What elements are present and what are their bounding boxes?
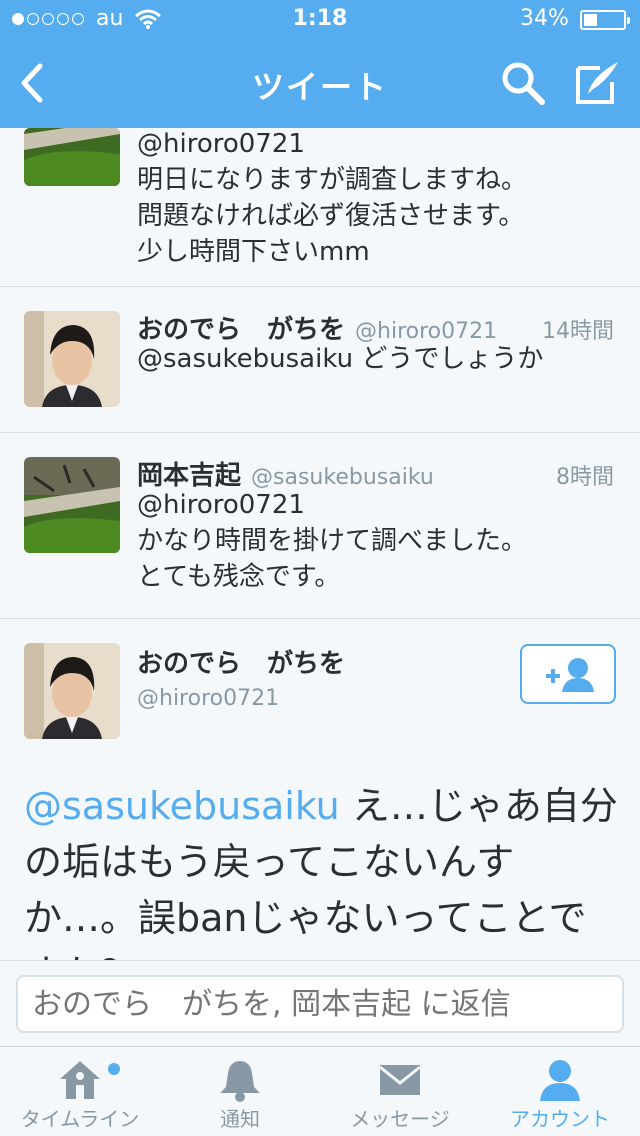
home-icon xyxy=(60,1061,100,1099)
tweet-item[interactable]: 岡本吉起 @sasukebusaiku 8時間 @hiroro0721 かなり時間… xyxy=(0,433,640,619)
tweet-text-line: 明日になりますが調査しますね。 xyxy=(137,165,528,195)
status-bar: au 1:18 34% xyxy=(0,0,640,40)
reply-bar xyxy=(0,960,640,1046)
battery-percent: 34% xyxy=(520,6,569,31)
avatar[interactable] xyxy=(24,643,120,739)
tweet-time: 8時間 xyxy=(556,465,614,490)
tweet-item[interactable]: @hiroro0721 明日になりますが調査しますね。 問題なければ必ず復活させ… xyxy=(0,128,640,287)
notification-dot xyxy=(108,1063,120,1075)
tweet-text-line: 少し時間下さいmm xyxy=(137,237,370,267)
tweet-time: 14時間 xyxy=(542,319,614,344)
tab-label: タイムライン xyxy=(20,1107,140,1131)
tweet-text-line: とても残念です。 xyxy=(137,562,341,592)
tweet-mention[interactable]: @sasukebusaiku xyxy=(24,784,340,828)
tweet-text-line: @sasukebusaiku どうでしょうか xyxy=(137,344,544,374)
tab-label: アカウント xyxy=(510,1107,610,1131)
top-bar: au 1:18 34% ツイート xyxy=(0,0,640,128)
add-user-icon xyxy=(546,658,594,692)
compose-icon[interactable] xyxy=(574,58,622,106)
user-name[interactable]: おのでら がちを xyxy=(137,643,345,680)
battery-icon xyxy=(580,10,630,30)
envelope-icon xyxy=(379,1065,421,1095)
tab-notifications[interactable]: 通知 xyxy=(160,1047,320,1136)
reply-input[interactable] xyxy=(16,975,624,1033)
follow-button[interactable] xyxy=(520,644,616,704)
tab-timeline[interactable]: タイムライン xyxy=(0,1047,160,1136)
avatar[interactable] xyxy=(24,311,120,407)
conversation-view: @hiroro0721 明日になりますが調査しますね。 問題なければ必ず復活させ… xyxy=(0,128,640,960)
search-icon[interactable] xyxy=(500,60,546,106)
tweet-mention[interactable]: @hiroro0721 xyxy=(137,487,527,523)
tweet-text-line: かなり時間を掛けて調べました。 xyxy=(137,526,528,556)
tab-label: メッセージ xyxy=(350,1107,450,1131)
tab-messages[interactable]: メッセージ xyxy=(320,1047,480,1136)
avatar[interactable] xyxy=(24,457,120,553)
bell-icon xyxy=(220,1061,260,1102)
user-handle[interactable]: @hiroro0721 xyxy=(137,686,345,711)
tweet-text-line: 問題なければ必ず復活させます。 xyxy=(137,201,525,231)
tab-account[interactable]: アカウント xyxy=(480,1047,640,1136)
avatar[interactable] xyxy=(24,128,120,186)
tab-label: 通知 xyxy=(220,1107,260,1131)
tweet-item[interactable]: おのでら がちを @hiroro0721 14時間 @sasukebusaiku … xyxy=(0,287,640,433)
main-tweet-text: @sasukebusaiku え…じゃあ自分の垢はもう戻ってこないんすか…。誤b… xyxy=(24,778,624,960)
tab-bar: タイムライン 通知 メッセージ アカウント xyxy=(0,1046,640,1136)
tweet-mention[interactable]: @hiroro0721 xyxy=(137,128,527,162)
person-icon xyxy=(540,1060,580,1101)
